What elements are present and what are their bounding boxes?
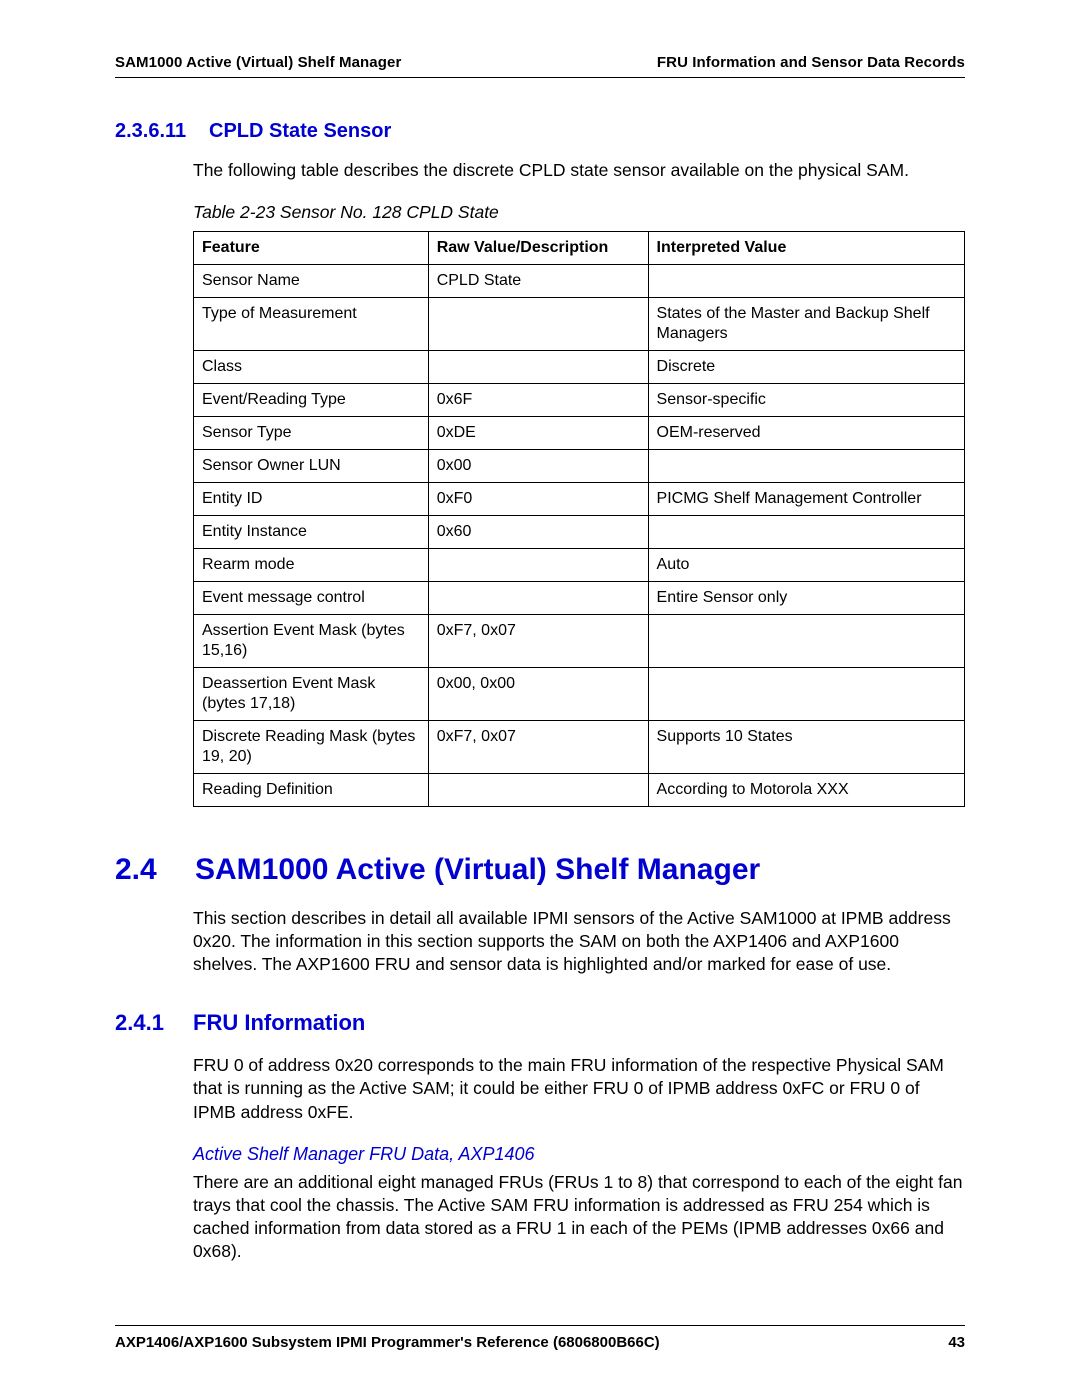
footer-left: AXP1406/AXP1600 Subsystem IPMI Programme… [115,1334,660,1351]
heading-number: 2.4 [115,853,167,887]
running-header-right: FRU Information and Sensor Data Records [657,54,965,71]
col-header-raw: Raw Value/Description [428,232,648,265]
col-header-feature: Feature [194,232,429,265]
heading-number: 2.4.1 [115,1010,171,1036]
heading-2-4-1: 2.4.1 FRU Information [115,1010,965,1036]
footer-page-number: 43 [948,1334,965,1351]
subhead-active-shelf-manager-fru: Active Shelf Manager FRU Data, AXP1406 [115,1144,965,1165]
intro-paragraph: The following table describes the discre… [115,159,965,182]
col-header-interpreted: Interpreted Value [648,232,964,265]
table-header-row: Feature Raw Value/Description Interprete… [194,232,965,265]
table-row: Event/Reading Type0x6FSensor-specific [194,384,965,417]
heading-title: CPLD State Sensor [209,120,391,143]
table-row: ClassDiscrete [194,351,965,384]
table-row: Deassertion Event Mask (bytes 17,18)0x00… [194,668,965,721]
table-row: Event message controlEntire Sensor only [194,582,965,615]
table-row: Rearm modeAuto [194,549,965,582]
table-row: Sensor Owner LUN0x00 [194,450,965,483]
running-header: SAM1000 Active (Virtual) Shelf Manager F… [115,54,965,78]
table-row: Sensor Type0xDEOEM-reserved [194,417,965,450]
running-header-left: SAM1000 Active (Virtual) Shelf Manager [115,54,401,71]
page-footer: AXP1406/AXP1600 Subsystem IPMI Programme… [115,1325,965,1351]
section-2-4-1-p1: FRU 0 of address 0x20 corresponds to the… [115,1054,965,1123]
table-row: Sensor NameCPLD State [194,265,965,298]
table-row: Assertion Event Mask (bytes 15,16)0xF7, … [194,615,965,668]
document-page: SAM1000 Active (Virtual) Shelf Manager F… [0,0,1080,1397]
heading-2-4: 2.4 SAM1000 Active (Virtual) Shelf Manag… [115,853,965,887]
table-caption: Table 2-23 Sensor No. 128 CPLD State [115,202,965,223]
table-row: Entity ID0xF0PICMG Shelf Management Cont… [194,483,965,516]
table-row: Reading DefinitionAccording to Motorola … [194,774,965,807]
heading-number: 2.3.6.11 [115,120,195,143]
table-row: Entity Instance0x60 [194,516,965,549]
table-row: Discrete Reading Mask (bytes 19, 20)0xF7… [194,721,965,774]
heading-title: SAM1000 Active (Virtual) Shelf Manager [195,853,760,887]
cpld-state-table: Feature Raw Value/Description Interprete… [193,231,965,807]
heading-title: FRU Information [193,1010,365,1036]
table-row: Type of MeasurementStates of the Master … [194,298,965,351]
section-2-4-1-p2: There are an additional eight managed FR… [115,1171,965,1263]
section-2-4-body: This section describes in detail all ava… [115,907,965,976]
heading-2-3-6-11: 2.3.6.11 CPLD State Sensor [115,120,965,143]
